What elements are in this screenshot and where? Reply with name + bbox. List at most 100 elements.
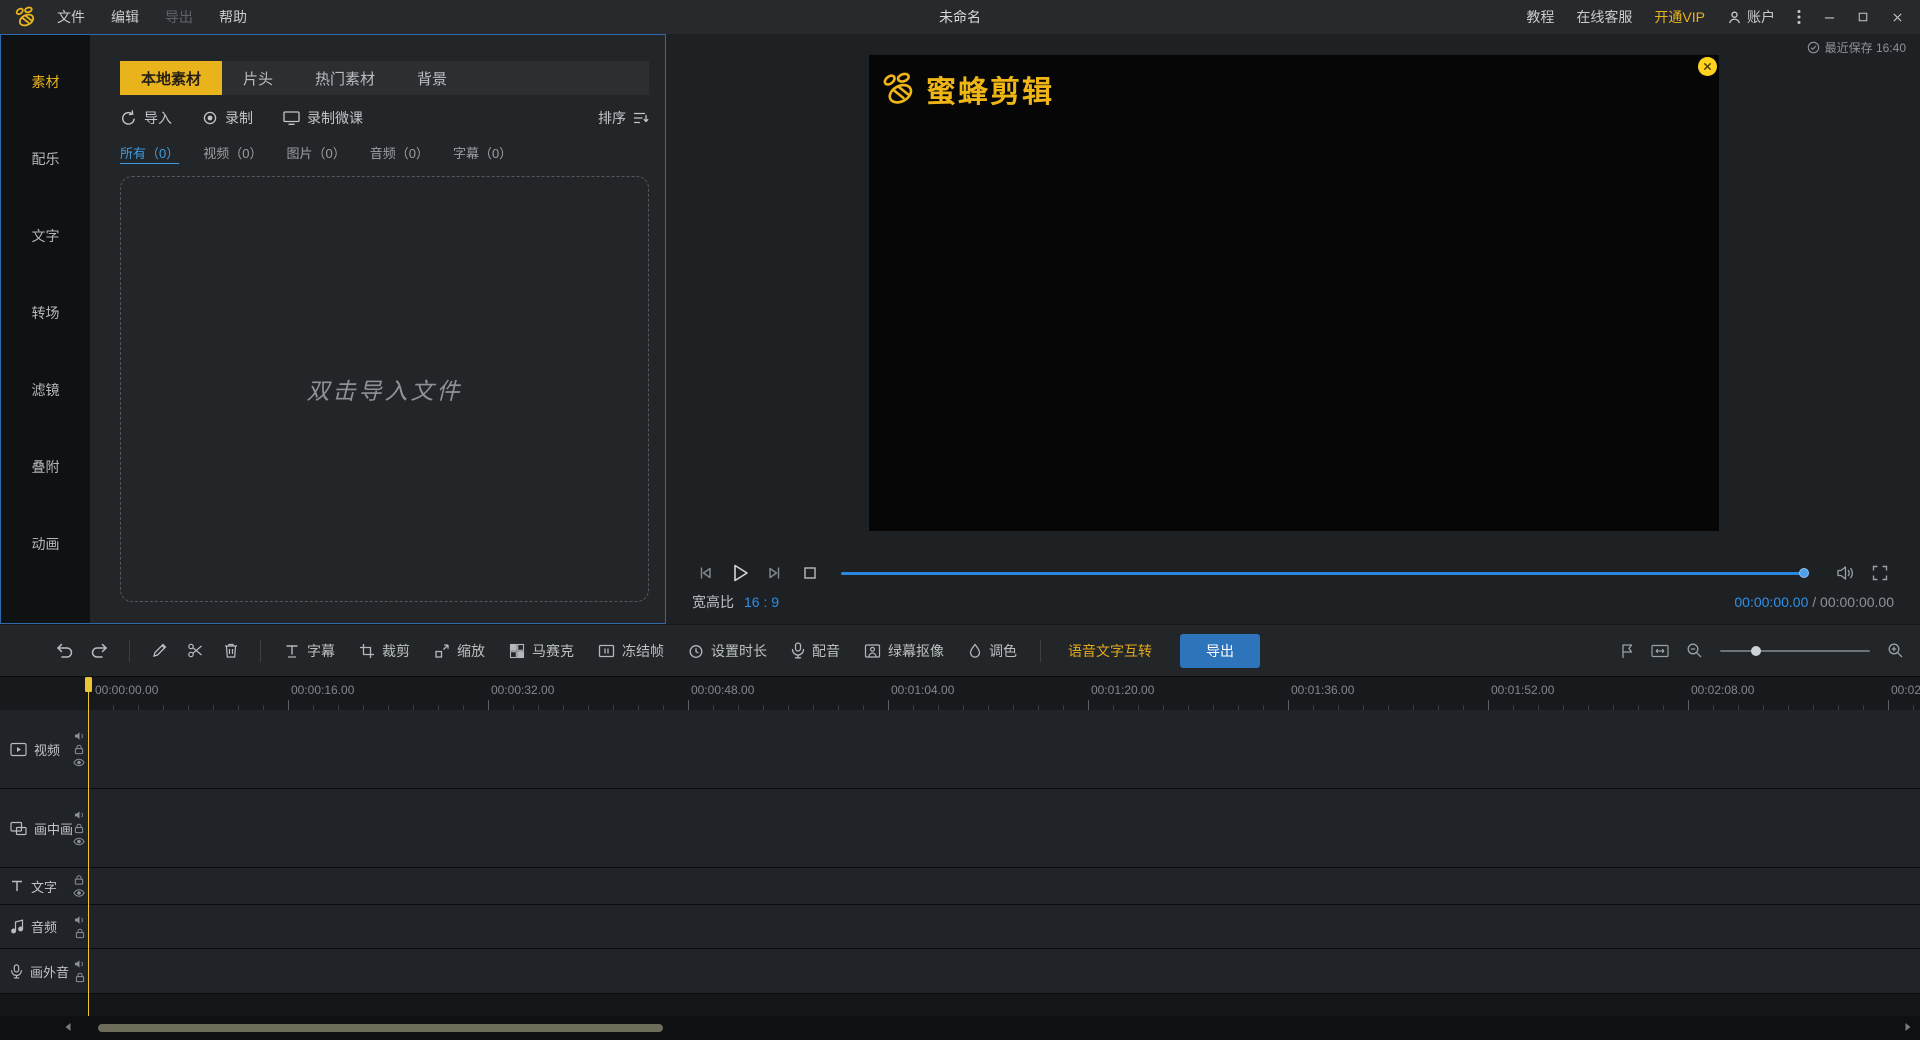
previous-frame-button[interactable] (692, 560, 718, 586)
mute-icon[interactable] (74, 915, 85, 925)
tracks: 视频 画中画 文字 音频 画外音 (0, 710, 1920, 1016)
scrollbar-thumb[interactable] (98, 1024, 663, 1032)
track-lane-pip[interactable] (88, 789, 1920, 867)
tab-hot-media[interactable]: 热门素材 (294, 61, 396, 95)
edit-pencil-icon[interactable] (141, 633, 177, 669)
speech-text-convert-button[interactable]: 语音文字互转 (1068, 641, 1152, 661)
video-track-icon (10, 742, 27, 757)
volume-icon[interactable] (1832, 559, 1860, 587)
fit-timeline-icon[interactable] (1651, 644, 1669, 658)
sidebar-item-music[interactable]: 配乐 (1, 120, 90, 197)
export-button[interactable]: 导出 (1180, 633, 1260, 668)
tab-local-media[interactable]: 本地素材 (120, 61, 223, 95)
lock-icon[interactable] (74, 823, 84, 834)
sidebar-item-animation[interactable]: 动画 (1, 505, 90, 582)
zoom-out-icon[interactable] (1686, 642, 1703, 659)
chroma-key-button[interactable]: 绿幕抠像 (864, 641, 944, 661)
scroll-left-icon[interactable] (64, 1022, 72, 1032)
menu-help[interactable]: 帮助 (206, 0, 260, 34)
screen-record-icon (283, 110, 300, 126)
mute-icon[interactable] (74, 810, 85, 820)
delete-trash-icon[interactable] (213, 633, 249, 669)
menu-edit[interactable]: 编辑 (98, 0, 152, 34)
sidebar-item-filter[interactable]: 滤镜 (1, 351, 90, 428)
filter-video[interactable]: 视频（0） (203, 143, 262, 162)
marker-flag-icon[interactable] (1620, 643, 1634, 659)
watermark-close-button[interactable] (1698, 57, 1717, 76)
support-link[interactable]: 在线客服 (1565, 7, 1643, 27)
library-panel: 素材 配乐 文字 转场 滤镜 叠附 动画 本地素材 片头 热门素材 背景 导入 (0, 34, 666, 624)
hide-eye-icon[interactable] (73, 758, 85, 767)
seek-bar[interactable] (841, 568, 1809, 578)
lock-icon[interactable] (75, 972, 85, 983)
close-button[interactable] (1880, 0, 1914, 34)
filter-image[interactable]: 图片（0） (286, 143, 345, 162)
scroll-right-icon[interactable] (1904, 1022, 1912, 1032)
tab-intro[interactable]: 片头 (222, 61, 294, 95)
sort-icon (633, 111, 649, 125)
track-lane-voiceover[interactable] (88, 949, 1920, 993)
material-panel: 本地素材 片头 热门素材 背景 导入 录制 录制微课 排序 所有（0） 视频（0… (90, 35, 665, 623)
timeline-ruler[interactable]: 00:00:00.00 00:00:16.00 00:00:32.00 00:0… (0, 676, 1920, 710)
sidebar-item-text[interactable]: 文字 (1, 197, 90, 274)
play-button[interactable] (727, 560, 753, 586)
mute-icon[interactable] (74, 959, 85, 969)
ruler-label: 00:01:36.00 (1291, 683, 1355, 697)
maximize-button[interactable] (1846, 0, 1880, 34)
next-frame-button[interactable] (762, 560, 788, 586)
mute-icon[interactable] (74, 731, 85, 741)
split-scissors-icon[interactable] (177, 633, 213, 669)
dubbing-button[interactable]: 配音 (791, 641, 840, 661)
menu-file[interactable]: 文件 (44, 0, 98, 34)
ruler-label: 00:02:24.00 (1891, 683, 1920, 697)
lock-icon[interactable] (75, 928, 85, 939)
set-duration-button[interactable]: 设置时长 (688, 641, 767, 661)
sidebar-item-transition[interactable]: 转场 (1, 274, 90, 351)
import-icon (120, 109, 137, 127)
import-button[interactable]: 导入 (120, 108, 172, 128)
track-lane-audio[interactable] (88, 905, 1920, 948)
redo-icon[interactable] (82, 633, 118, 669)
tutorial-link[interactable]: 教程 (1515, 7, 1565, 27)
account-button[interactable]: 账户 (1716, 7, 1786, 27)
crop-button[interactable]: 裁剪 (359, 641, 410, 661)
import-dropzone[interactable]: 双击导入文件 (120, 176, 649, 602)
record-button[interactable]: 录制 (202, 108, 253, 128)
track-lane-text[interactable] (88, 868, 1920, 904)
subtitle-button[interactable]: 字幕 (284, 641, 335, 661)
timeline-zoom-handle[interactable] (1751, 645, 1761, 656)
track-lane-video[interactable] (88, 710, 1920, 788)
aspect-ratio-value[interactable]: 16 : 9 (744, 594, 779, 610)
tab-background[interactable]: 背景 (396, 61, 468, 95)
fullscreen-icon[interactable] (1866, 559, 1894, 587)
scale-label: 缩放 (457, 642, 485, 659)
filter-audio[interactable]: 音频（0） (370, 143, 429, 162)
track-controls (74, 959, 85, 983)
mosaic-button[interactable]: 马赛克 (509, 641, 574, 661)
vip-link[interactable]: 开通VIP (1643, 7, 1716, 27)
color-grading-button[interactable]: 调色 (968, 641, 1017, 661)
more-menu-icon[interactable] (1786, 0, 1812, 34)
seek-handle[interactable] (1799, 568, 1809, 578)
timecode-current: 00:00:00.00 (1734, 594, 1809, 610)
timeline-zoom-slider[interactable] (1720, 645, 1870, 656)
hide-eye-icon[interactable] (73, 889, 85, 898)
freeze-frame-button[interactable]: 冻结帧 (598, 641, 664, 661)
filter-subtitle[interactable]: 字幕（0） (453, 143, 512, 162)
zoom-in-icon[interactable] (1887, 642, 1904, 659)
minimize-button[interactable] (1812, 0, 1846, 34)
sidebar-item-overlay[interactable]: 叠附 (1, 428, 90, 505)
lock-icon[interactable] (74, 875, 84, 886)
hide-eye-icon[interactable] (73, 837, 85, 846)
record-class-button[interactable]: 录制微课 (283, 108, 363, 128)
sort-button[interactable]: 排序 (598, 108, 649, 128)
timeline-tools (1620, 642, 1904, 659)
track-row-voiceover: 画外音 (0, 949, 1920, 994)
scale-button[interactable]: 缩放 (434, 641, 485, 661)
track-controls (74, 915, 85, 939)
sidebar-item-media[interactable]: 素材 (1, 43, 90, 120)
stop-button[interactable] (797, 560, 823, 586)
lock-icon[interactable] (74, 744, 84, 755)
filter-all[interactable]: 所有（0） (120, 143, 179, 162)
undo-icon[interactable] (46, 633, 82, 669)
